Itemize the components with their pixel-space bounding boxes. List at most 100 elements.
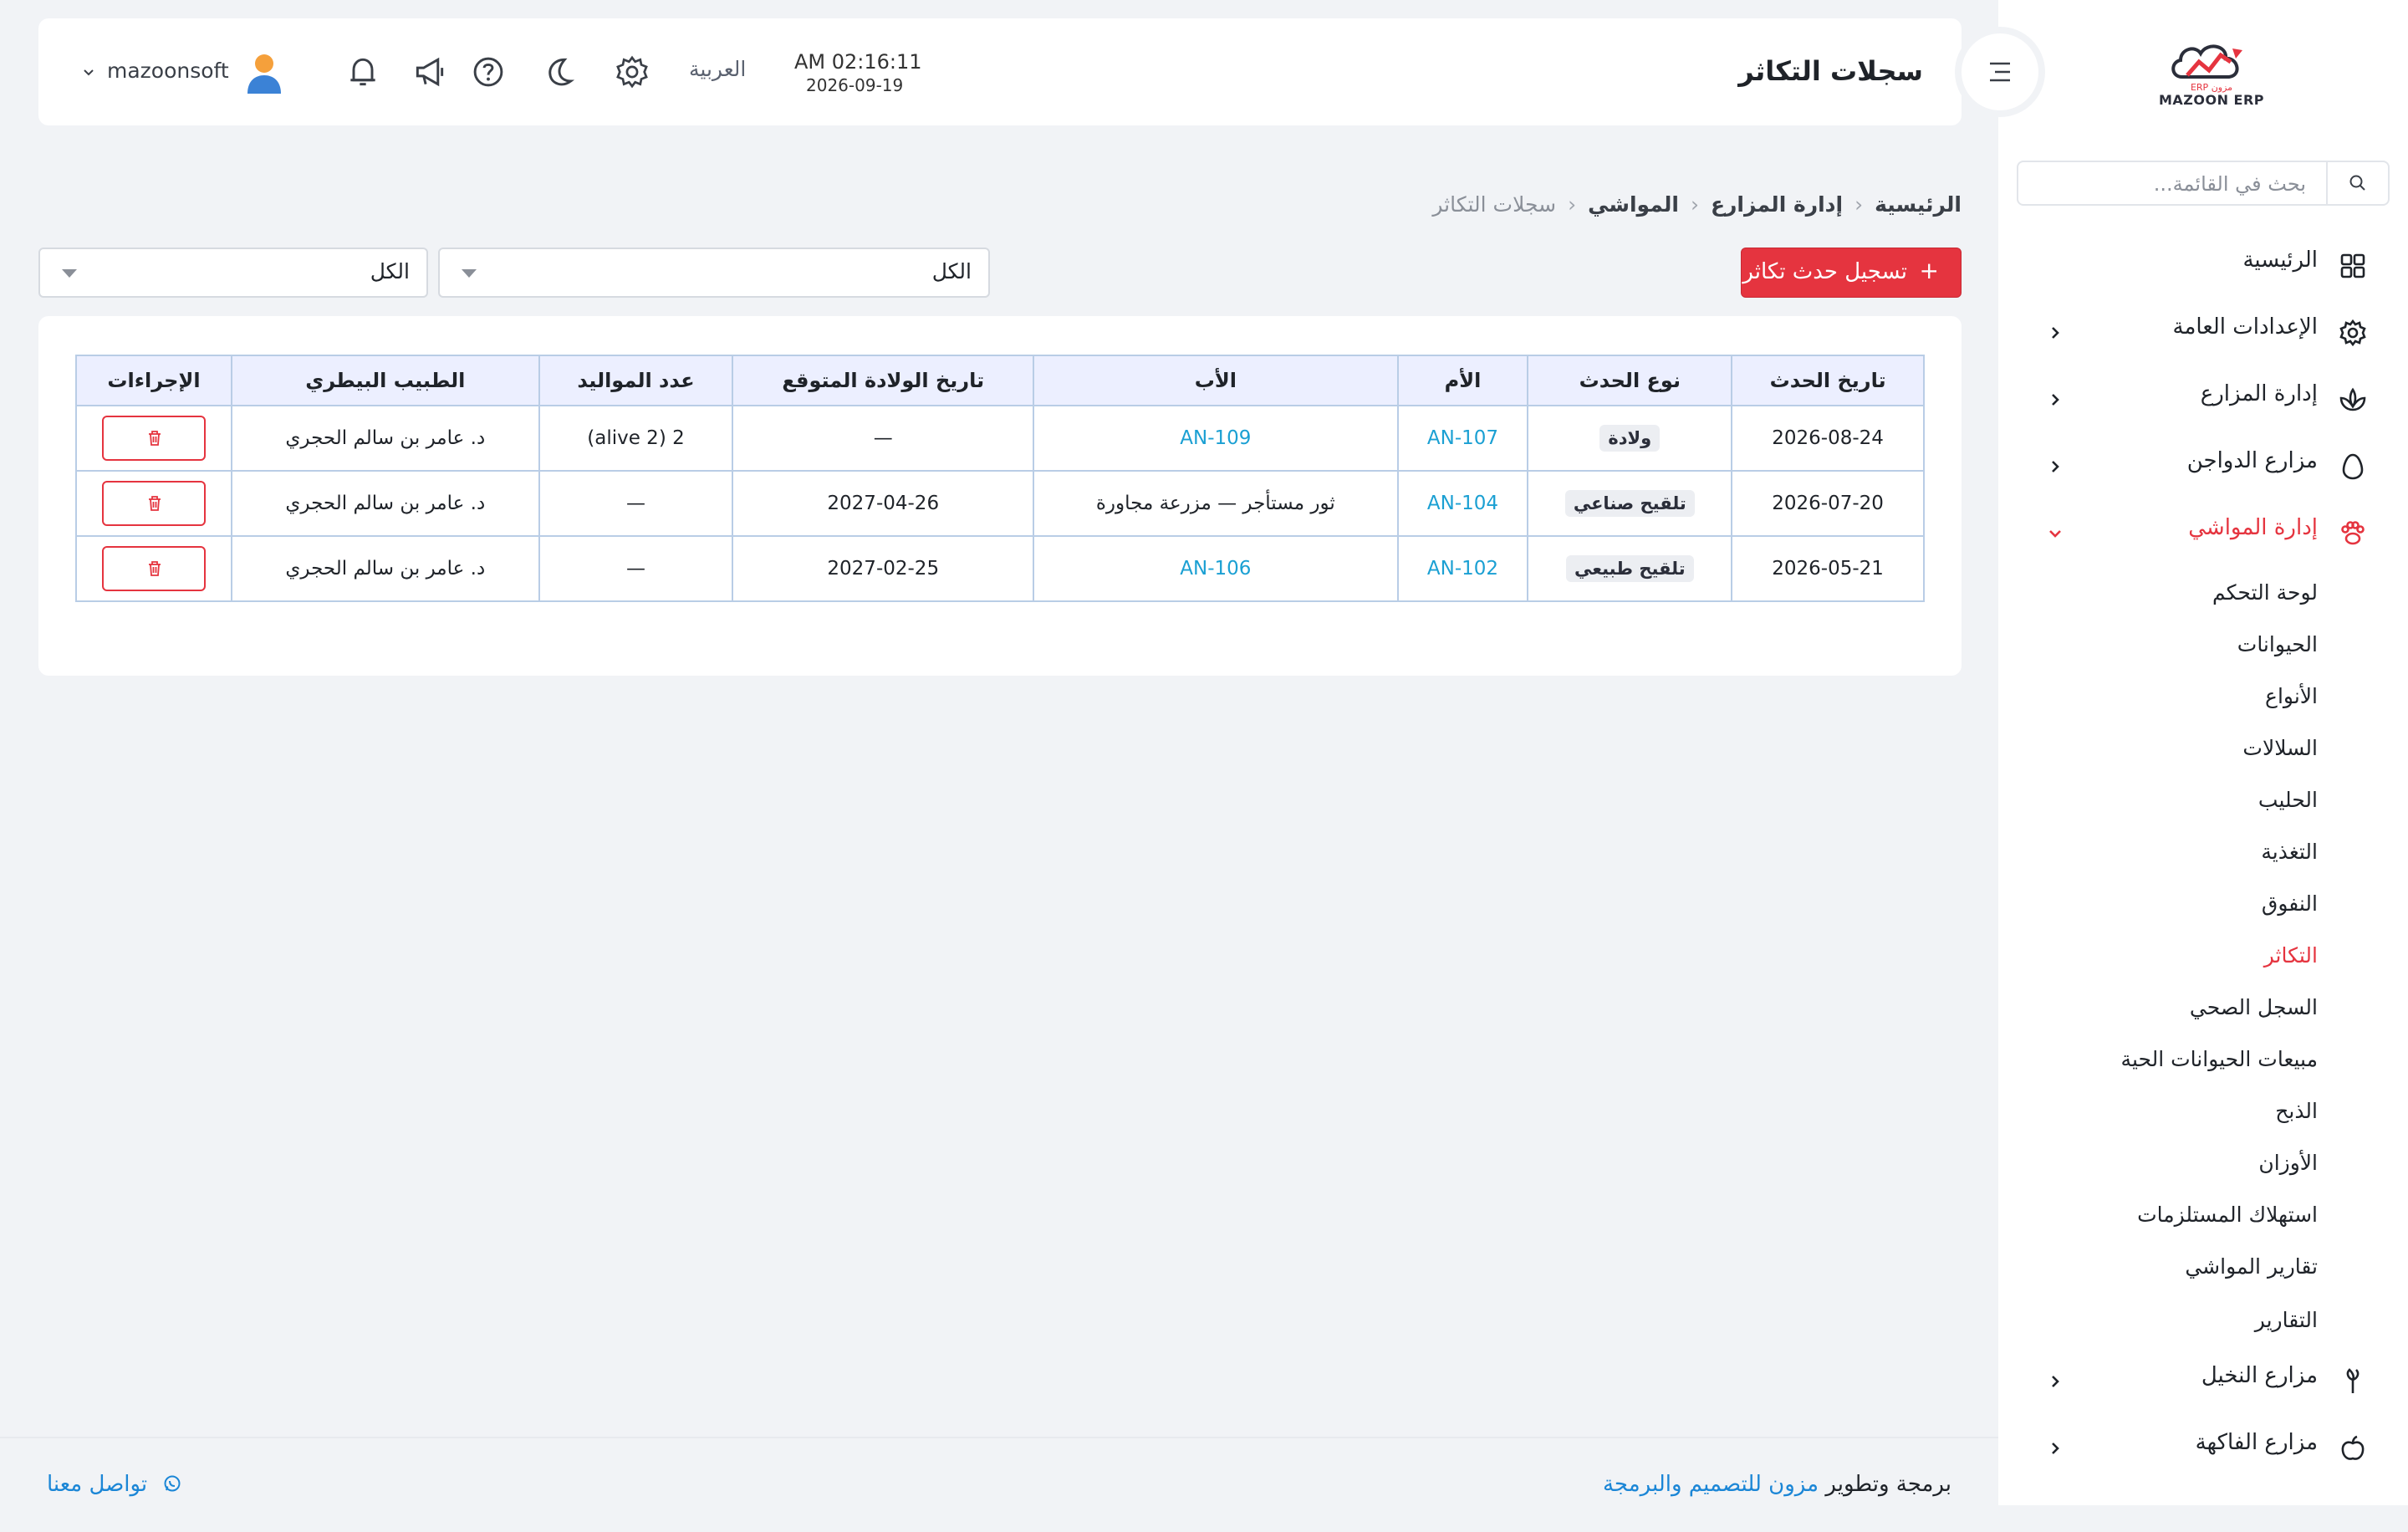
actions-cell (75, 405, 232, 472)
sidebar-subitem-livestock-reports[interactable]: تقارير المواشي (2185, 1254, 2318, 1279)
credit-brand-link[interactable]: مزون للتصميم والبرمجة (1603, 1472, 1819, 1497)
sidebar-item-label: إدارة المزارع (2200, 381, 2318, 406)
sidebar-item-label: مزارع الفاكهة (2195, 1430, 2318, 1455)
sidebar-subitem-live-sales[interactable]: مبيعات الحيوانات الحية (2121, 1047, 2318, 1071)
column-header[interactable]: نوع الحدث (1527, 355, 1733, 406)
mother-link[interactable]: AN-102 (1427, 558, 1498, 580)
mother-link[interactable]: AN-107 (1427, 427, 1498, 449)
chevron-left-icon: ‹ (1854, 192, 1864, 217)
event-date: 2026-05-21 (1731, 535, 1925, 602)
column-header[interactable]: الأب (1033, 355, 1399, 406)
gear-icon (2338, 318, 2368, 348)
births-count: 2 (alive 2) (538, 405, 734, 472)
mother-cell: AN-107 (1396, 405, 1529, 472)
chevron-left-icon (2045, 1438, 2065, 1458)
breadcrumb-livestock[interactable]: المواشي (1588, 192, 1679, 217)
father-cell: AN-106 (1033, 535, 1399, 602)
sidebar-subitem-breeding[interactable]: التكاثر (2264, 943, 2318, 968)
father-link[interactable]: AN-106 (1180, 558, 1251, 580)
sidebar-subitem-slaughter[interactable]: الذبح (2275, 1099, 2318, 1123)
clock-date: 2026-09-19 (806, 75, 904, 95)
filter-select-2[interactable]: الكل (38, 248, 428, 298)
caret-down-icon (462, 269, 477, 278)
father-link[interactable]: AN-109 (1180, 427, 1251, 449)
sidebar-toggle-button[interactable] (1962, 33, 2038, 110)
mother-link[interactable]: AN-104 (1427, 493, 1498, 514)
chevron-left-icon (2045, 1371, 2065, 1392)
bell-icon[interactable] (344, 54, 381, 90)
breadcrumb: الرئيسية ‹ إدارة المزارع ‹ المواشي ‹ سجلات الت… (1432, 192, 1962, 217)
delete-button[interactable] (101, 481, 206, 526)
event-type-cell: تلقيح طبيعي (1527, 535, 1733, 602)
help-circle-icon[interactable] (470, 54, 507, 90)
event-type-badge: تلقيح طبيعي (1566, 555, 1694, 582)
sidebar-subitem-weights[interactable]: الأوزان (2258, 1151, 2318, 1175)
delete-button[interactable] (101, 416, 206, 461)
brand-logo[interactable]: ERP مزون MAZOON ERP (2149, 33, 2274, 117)
breeding-events-table: تاريخ الحدث نوع الحدث الأم الأب تاريخ ال… (75, 355, 1925, 602)
add-button-label: تسجيل حدث تكاثر (1742, 259, 1907, 284)
table-row: 2026-08-24 ولادة AN-107 AN-109 — 2 (aliv… (75, 405, 1925, 472)
sidebar-item-fruit-farms[interactable]: مزارع الفاكهة (1998, 1423, 2408, 1473)
sidebar-subitem-health-record[interactable]: السجل الصحي (2190, 995, 2318, 1019)
chevron-left-icon (2045, 457, 2065, 477)
column-header[interactable]: الطبيب البيطري (230, 355, 540, 406)
sidebar-subitem-breeds[interactable]: السلالات (2242, 736, 2318, 760)
column-header[interactable]: تاريخ الولادة المتوقع (732, 355, 1035, 406)
sidebar-subitem-animals[interactable]: الحيوانات (2237, 632, 2318, 656)
sidebar-item-poultry-farms[interactable]: مزارع الدواجن (1998, 442, 2408, 492)
veterinarian: د. عامر بن سالم الحجري (230, 405, 540, 472)
trash-icon (148, 496, 161, 511)
sidebar-item-palm-farms[interactable]: مزارع النخيل (1998, 1356, 2408, 1407)
sidebar-search (2017, 161, 2390, 206)
table-row: 2026-05-21 تلقيح طبيعي AN-102 AN-106 202… (75, 535, 1925, 602)
expected-birth-date: 2027-04-26 (732, 470, 1035, 537)
gear-icon[interactable] (614, 54, 650, 90)
sidebar-search-input[interactable] (2030, 162, 2308, 206)
sidebar-subitem-dashboard[interactable]: لوحة التحكم (2212, 580, 2318, 605)
sidebar-subitem-feeding[interactable]: التغذية (2261, 840, 2318, 864)
chevron-left-icon (2045, 323, 2065, 343)
sidebar-item-label: مزارع الدواجن (2186, 448, 2318, 473)
column-header[interactable]: الأم (1396, 355, 1529, 406)
sidebar-subitem-milk[interactable]: الحليب (2258, 788, 2318, 812)
breadcrumb-farms[interactable]: إدارة المزارع (1711, 192, 1843, 217)
sidebar-item-livestock[interactable]: إدارة المواشي (1998, 508, 2408, 559)
sidebar-item-farm-management[interactable]: إدارة المزارع (1998, 375, 2408, 425)
column-header: الإجراءات (75, 355, 232, 406)
column-header[interactable]: عدد المواليد (538, 355, 734, 406)
father-cell: ثور مستأجر — مزرعة مجاورة (1033, 470, 1399, 537)
chevron-left-icon: ‹ (1690, 192, 1699, 217)
contact-us-link[interactable]: تواصل معنا (47, 1472, 182, 1497)
credit-prefix: برمجة وتطوير (1825, 1472, 1951, 1497)
sidebar-item-label: إدارة المواشي (2188, 515, 2318, 540)
column-header[interactable]: تاريخ الحدث (1731, 355, 1925, 406)
filter-select-1-value: الكل (931, 259, 972, 283)
breadcrumb-home[interactable]: الرئيسية (1875, 192, 1962, 217)
chevron-left-icon: ‹ (1568, 192, 1577, 217)
moon-icon[interactable] (540, 54, 577, 90)
avatar[interactable] (244, 52, 284, 95)
mother-cell: AN-104 (1396, 470, 1529, 537)
sidebar-subitem-reports[interactable]: التقارير (2255, 1308, 2318, 1332)
sidebar-item-home[interactable]: الرئيسية (1998, 241, 2408, 291)
plus-icon: + (1919, 257, 1939, 284)
sidebar-item-general-settings[interactable]: الإعدادات العامة (1998, 308, 2408, 358)
whatsapp-icon (164, 1475, 181, 1492)
delete-button[interactable] (101, 546, 206, 591)
sidebar-subitem-supplies[interactable]: استهلاك المستلزمات (2137, 1203, 2318, 1227)
event-date: 2026-08-24 (1731, 405, 1925, 472)
sidebar: ERP مزون MAZOON ERP الرئيسية الإعدادات ا… (1998, 0, 2408, 1505)
search-icon[interactable] (2326, 162, 2388, 204)
veterinarian: د. عامر بن سالم الحجري (230, 470, 540, 537)
sidebar-subitem-types[interactable]: الأنواع (2265, 684, 2318, 708)
actions-cell (75, 470, 232, 537)
footer-credit: برمجة وتطوير مزون للتصميم والبرمجة (1603, 1472, 1951, 1497)
language-switch[interactable]: العربية (689, 57, 746, 81)
filter-select-1[interactable]: الكل (438, 248, 990, 298)
megaphone-icon[interactable] (411, 54, 448, 90)
sidebar-subitem-mortality[interactable]: النفوق (2262, 891, 2318, 916)
user-menu[interactable]: mazoonsoft (107, 59, 229, 83)
chevron-down-icon[interactable] (82, 65, 95, 82)
add-breeding-event-button[interactable]: + تسجيل حدث تكاثر (1741, 248, 1962, 298)
